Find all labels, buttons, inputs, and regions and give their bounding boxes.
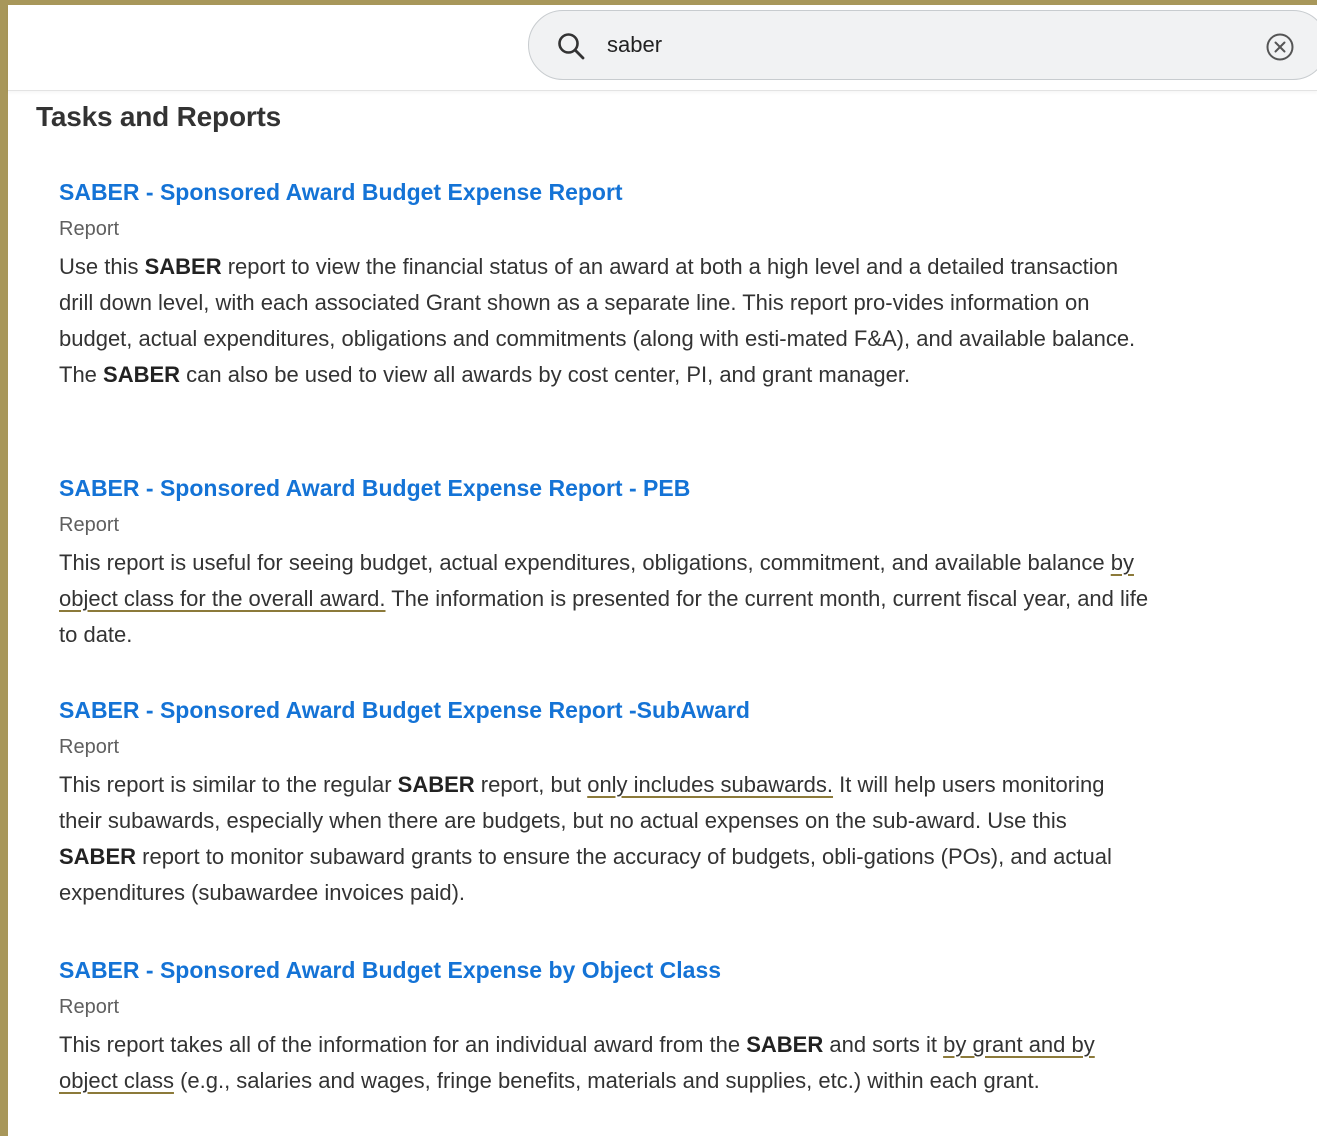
result-description: This report is similar to the regular SA… — [59, 767, 1149, 911]
description-text: This report is similar to the regular — [59, 772, 398, 797]
result-description: This report is useful for seeing budget,… — [59, 545, 1149, 653]
description-text: report, but — [474, 772, 588, 797]
clear-search-icon[interactable] — [1265, 32, 1295, 62]
description-text: report to monitor subaward grants to ens… — [59, 844, 1112, 905]
result-item: SABER - Sponsored Award Budget Expense b… — [59, 955, 1149, 1099]
search-box[interactable] — [528, 10, 1317, 80]
underlined-phrase: only includes subawards. — [587, 772, 834, 797]
top-bar — [8, 5, 1317, 91]
result-description: Use this SABER report to view the financ… — [59, 249, 1149, 393]
result-title-link[interactable]: SABER - Sponsored Award Budget Expense R… — [59, 473, 1149, 503]
result-description: This report takes all of the information… — [59, 1027, 1149, 1099]
description-text: (e.g., salaries and wages, fringe benefi… — [173, 1068, 1040, 1093]
description-text: This report takes all of the information… — [59, 1032, 747, 1057]
search-icon — [558, 33, 585, 60]
keyword-highlight: SABER — [103, 362, 181, 387]
keyword-highlight: SABER — [397, 772, 475, 797]
section-title: Tasks and Reports — [36, 101, 282, 132]
result-title-link[interactable]: SABER - Sponsored Award Budget Expense R… — [59, 695, 1149, 725]
result-type: Report — [59, 218, 120, 240]
description-text: can also be used to view all awards by c… — [180, 362, 911, 387]
description-text: This report is useful for seeing budget,… — [59, 550, 1111, 575]
result-type: Report — [59, 996, 120, 1018]
result-type: Report — [59, 736, 120, 758]
result-item: SABER - Sponsored Award Budget Expense R… — [59, 473, 1149, 653]
keyword-highlight: SABER — [144, 254, 222, 279]
keyword-highlight: SABER — [746, 1032, 824, 1057]
keyword-highlight: SABER — [59, 844, 137, 869]
result-item: SABER - Sponsored Award Budget Expense R… — [59, 177, 1149, 393]
result-type: Report — [59, 514, 120, 536]
description-text: Use this — [59, 254, 145, 279]
result-item: SABER - Sponsored Award Budget Expense R… — [59, 695, 1149, 911]
result-title-link[interactable]: SABER - Sponsored Award Budget Expense R… — [59, 177, 1149, 207]
result-title-link[interactable]: SABER - Sponsored Award Budget Expense b… — [59, 955, 1149, 985]
search-input[interactable] — [607, 28, 1227, 62]
description-text: and sorts it — [823, 1032, 944, 1057]
